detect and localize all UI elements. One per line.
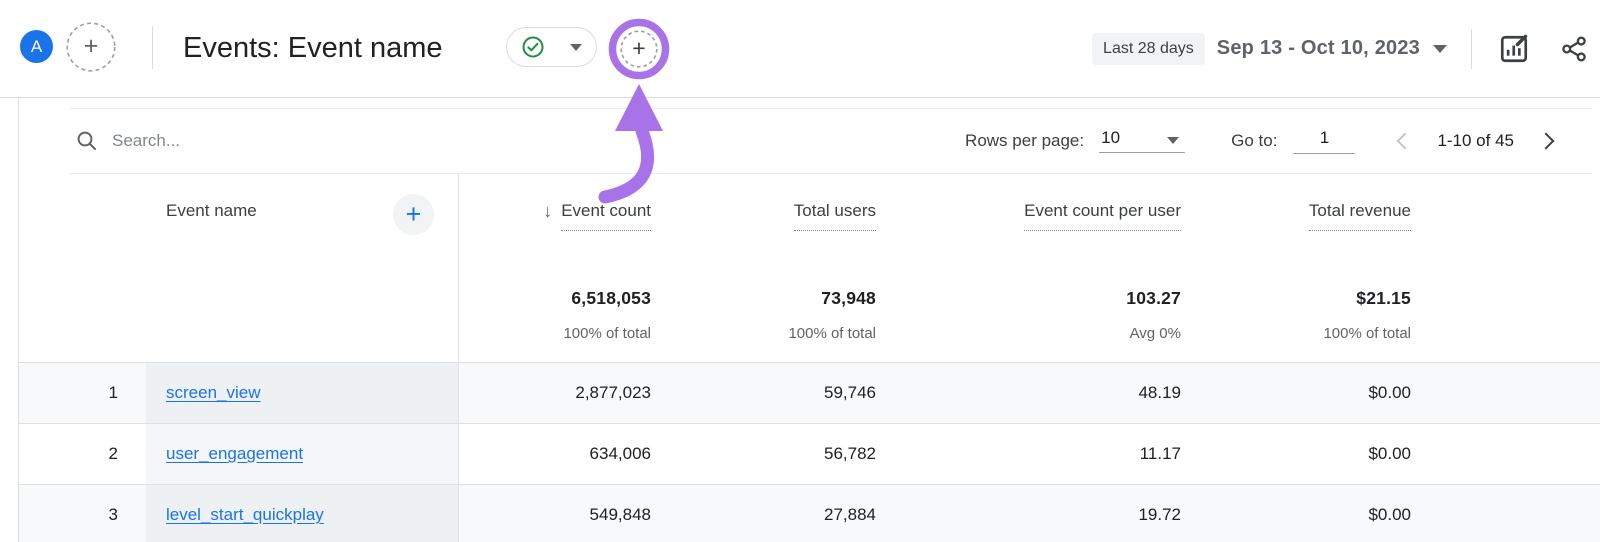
event-name-link[interactable]: user_engagement [166, 444, 303, 464]
total-value: $21.15 [1356, 288, 1411, 309]
total-note: Avg 0% [1130, 325, 1181, 342]
event-name-cell: user_engagement [146, 424, 459, 484]
event-count-value: 2,877,023 [459, 383, 681, 403]
count-per-user-value: 48.19 [906, 383, 1211, 403]
revenue-value: $0.00 [1211, 383, 1441, 403]
table-row: 1 screen_view 2,877,023 59,746 48.19 $0.… [19, 362, 1600, 423]
totals-total-users: 73,948 100% of total [681, 262, 906, 362]
total-note: 100% of total [788, 325, 876, 342]
events-table: Event name + ↓ Event count Total users E… [19, 174, 1600, 542]
comparison-avatar[interactable]: A [20, 30, 53, 63]
search-input[interactable] [112, 131, 965, 151]
total-value: 103.27 [1126, 288, 1181, 309]
metric-header-total-revenue: Total revenue [1211, 174, 1441, 262]
search-icon [76, 130, 98, 152]
report-status-dropdown[interactable] [506, 27, 597, 67]
goto-page-input[interactable] [1293, 128, 1355, 154]
dimension-header-cell: Event name + [146, 174, 459, 262]
check-circle-icon [521, 35, 545, 59]
pagination-range: 1-10 of 45 [1437, 131, 1514, 151]
dimension-header-label: Event name [166, 201, 257, 221]
table-row: 2 user_engagement 634,006 56,782 11.17 $… [19, 423, 1600, 484]
table-row: 3 level_start_quickplay 549,848 27,884 1… [19, 484, 1600, 542]
plus-icon: + [406, 201, 422, 228]
total-value: 6,518,053 [571, 288, 651, 309]
customize-report-button[interactable]: + [620, 30, 658, 68]
row-number: 1 [19, 383, 146, 403]
chevron-down-icon[interactable] [1433, 45, 1447, 53]
ga4-events-report: A + Events: Event name + Last 28 days Se… [0, 0, 1600, 542]
header-right-controls: Last 28 days Sep 13 - Oct 10, 2023 [1092, 0, 1594, 97]
event-name-cell: level_start_quickplay [146, 485, 459, 542]
totals-blank [146, 262, 459, 362]
date-preset-badge[interactable]: Last 28 days [1092, 33, 1205, 65]
metric-header-label[interactable]: Total revenue [1309, 201, 1411, 231]
total-users-value: 56,782 [681, 444, 906, 464]
revenue-value: $0.00 [1211, 505, 1441, 525]
totals-filler [1441, 262, 1600, 362]
event-count-value: 549,848 [459, 505, 681, 525]
total-users-value: 27,884 [681, 505, 906, 525]
total-users-value: 59,746 [681, 383, 906, 403]
chevron-down-icon [1167, 137, 1179, 144]
add-comparison-button[interactable]: + [66, 22, 116, 72]
totals-count-per-user: 103.27 Avg 0% [906, 262, 1211, 362]
metric-header-event-count: ↓ Event count [459, 174, 681, 262]
date-range-picker[interactable]: Sep 13 - Oct 10, 2023 [1217, 37, 1420, 60]
share-icon [1560, 35, 1588, 63]
revenue-value: $0.00 [1211, 444, 1441, 464]
header-divider [152, 26, 153, 69]
totals-event-count: 6,518,053 100% of total [459, 262, 681, 362]
rows-per-page-label: Rows per page: [965, 131, 1084, 151]
metric-header-total-users: Total users [681, 174, 906, 262]
rows-per-page-value: 10 [1101, 129, 1120, 146]
row-number-header [19, 174, 146, 262]
totals-revenue: $21.15 100% of total [1211, 262, 1441, 362]
top-header-bar: A + Events: Event name + Last 28 days Se… [0, 0, 1600, 97]
row-number: 2 [19, 444, 146, 464]
metric-header-label[interactable]: Event count per user [1024, 201, 1181, 231]
rows-per-page-select[interactable]: 10 [1099, 129, 1185, 153]
metric-header-label[interactable]: Event count [561, 201, 651, 231]
header-divider [1471, 29, 1472, 69]
metric-header-label[interactable]: Total users [794, 201, 876, 231]
previous-page-button[interactable] [1397, 133, 1414, 150]
chart-edit-icon [1498, 33, 1530, 65]
event-name-link[interactable]: screen_view [166, 383, 261, 403]
count-per-user-value: 19.72 [906, 505, 1211, 525]
insights-button[interactable] [1498, 33, 1530, 65]
total-note: 100% of total [1323, 325, 1411, 342]
plus-icon: + [632, 37, 645, 60]
page-title: Events: Event name [183, 30, 443, 66]
row-number: 3 [19, 505, 146, 525]
header-filler [1441, 174, 1600, 262]
sort-descending-icon: ↓ [543, 201, 552, 221]
total-note: 100% of total [563, 325, 651, 342]
share-button[interactable] [1560, 35, 1588, 63]
metric-header-count-per-user: Event count per user [906, 174, 1211, 262]
table-totals-row: 6,518,053 100% of total 73,948 100% of t… [19, 262, 1600, 362]
table-toolbar: Rows per page: 10 Go to: 1-10 of 45 [70, 108, 1592, 174]
report-table-card: Rows per page: 10 Go to: 1-10 of 45 Even… [18, 98, 1600, 542]
chevron-down-icon [570, 44, 582, 51]
event-name-cell: screen_view [146, 363, 459, 423]
plus-icon: + [84, 34, 99, 59]
table-header-row: Event name + ↓ Event count Total users E… [19, 174, 1600, 262]
count-per-user-value: 11.17 [906, 444, 1211, 464]
total-value: 73,948 [821, 288, 876, 309]
event-count-value: 634,006 [459, 444, 681, 464]
next-page-button[interactable] [1538, 133, 1555, 150]
goto-page-label: Go to: [1231, 131, 1277, 151]
event-name-link[interactable]: level_start_quickplay [166, 505, 324, 525]
add-dimension-button[interactable]: + [393, 194, 434, 235]
totals-blank [19, 262, 146, 362]
